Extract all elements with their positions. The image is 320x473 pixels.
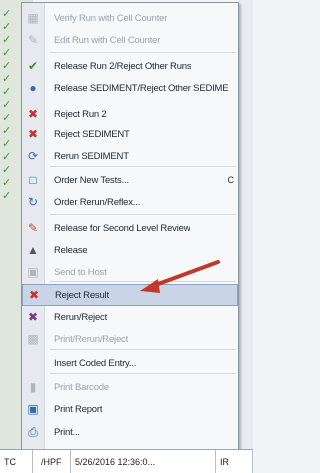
- annotation-arrow: [140, 260, 220, 293]
- arrow-head: [140, 279, 160, 293]
- arrow-shaft: [148, 260, 220, 289]
